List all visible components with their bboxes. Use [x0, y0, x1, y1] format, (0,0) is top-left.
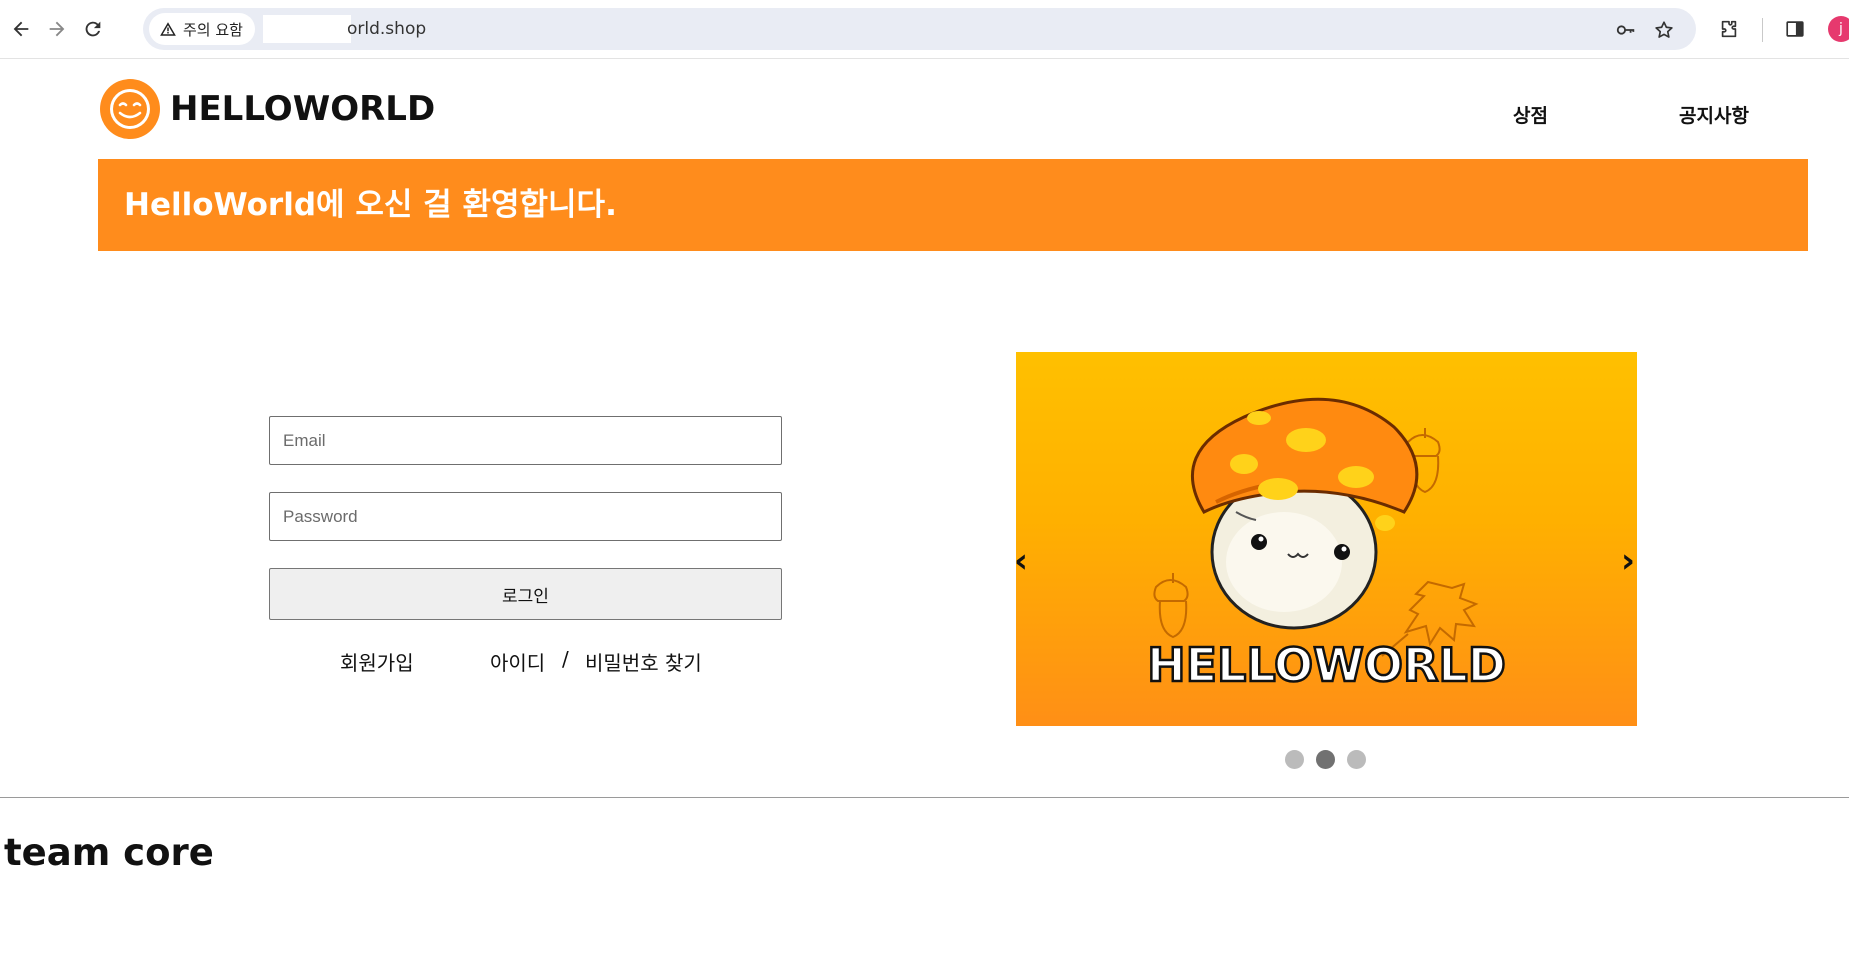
carousel-prev-button[interactable]: ‹ [1014, 544, 1028, 578]
side-panel-button[interactable] [1780, 14, 1810, 44]
profile-avatar[interactable]: j [1828, 16, 1849, 42]
image-carousel: HELLOWORLD [1016, 352, 1637, 726]
page: HELLOWORLD 상점 공지사항 HelloWorld에 오신 걸 환영합니… [0, 59, 1849, 967]
warning-icon [160, 22, 176, 36]
find-password-link[interactable]: 비밀번호 찾기 [585, 647, 702, 676]
arrow-left-icon [13, 21, 29, 37]
logo-text: HELLOWORLD [170, 89, 436, 129]
back-button[interactable] [6, 14, 36, 44]
site-logo[interactable]: HELLOWORLD [98, 77, 435, 141]
signup-link[interactable]: 회원가입 [340, 647, 414, 676]
link-separator: / [562, 647, 569, 671]
banner-title: HelloWorld에 오신 걸 환영합니다. [124, 187, 617, 223]
carousel-dot-2[interactable] [1316, 750, 1335, 769]
bookmark-button[interactable] [1651, 17, 1677, 43]
reload-button[interactable] [78, 14, 108, 44]
puzzle-icon [1721, 20, 1737, 38]
welcome-banner: HelloWorld에 오신 걸 환영합니다. [98, 159, 1808, 251]
nav-shop[interactable]: 상점 [1513, 101, 1548, 128]
security-label: 주의 요함 [183, 20, 243, 39]
find-id-link[interactable]: 아이디 [490, 647, 545, 676]
address-bar[interactable]: 주의 요함 orld.shop [143, 8, 1696, 50]
toolbar-divider [1762, 18, 1763, 42]
carousel-next-button[interactable]: › [1621, 544, 1635, 578]
browser-toolbar: 주의 요함 orld.shop j [0, 0, 1849, 59]
password-key-button[interactable] [1613, 17, 1639, 43]
section-divider [0, 797, 1849, 798]
nav-notice[interactable]: 공지사항 [1679, 101, 1749, 128]
url-redaction [263, 15, 351, 43]
extensions-button[interactable] [1714, 14, 1744, 44]
carousel-caption: HELLOWORLD [1146, 637, 1507, 694]
side-panel-icon [1786, 21, 1804, 37]
forward-button[interactable] [42, 14, 72, 44]
password-field[interactable] [269, 492, 782, 541]
security-chip[interactable]: 주의 요함 [149, 13, 255, 45]
login-button[interactable]: 로그인 [269, 568, 782, 620]
maple-leaf-icon [1403, 580, 1479, 647]
carousel-dot-1[interactable] [1285, 750, 1304, 769]
email-field[interactable] [269, 416, 782, 465]
key-icon [1616, 25, 1635, 35]
smiley-logo-icon [100, 79, 160, 139]
carousel-dot-3[interactable] [1347, 750, 1366, 769]
arrow-right-icon [49, 21, 65, 37]
url-text[interactable]: orld.shop [347, 8, 426, 50]
star-icon [1655, 21, 1673, 38]
reload-icon [85, 21, 101, 37]
footer-title: team core [4, 831, 214, 874]
